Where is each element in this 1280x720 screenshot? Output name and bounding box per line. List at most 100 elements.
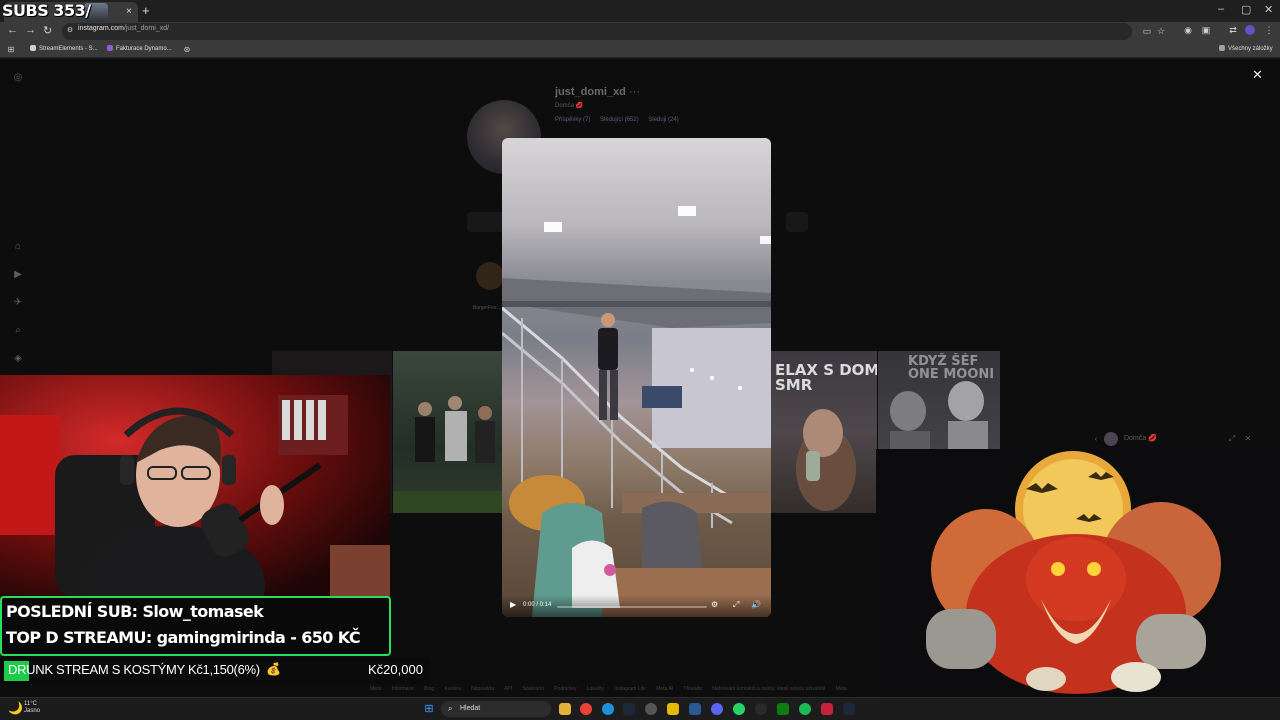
coins-icon: 💰 xyxy=(266,662,281,676)
profile-stats: Příspěvky (7) Sledující (652) Sleduji (2… xyxy=(555,117,687,123)
app-icon[interactable] xyxy=(755,703,767,715)
following-count[interactable]: Sleduji (24) xyxy=(648,117,678,123)
app-icon[interactable] xyxy=(689,703,701,715)
whatsapp-icon[interactable] xyxy=(733,703,745,715)
direct-messages-icon[interactable]: ✈ xyxy=(12,297,24,309)
footer-link[interactable]: Instagram Lite xyxy=(614,686,646,692)
explore-icon[interactable]: ◈ xyxy=(12,353,24,365)
footer-link[interactable]: Blog xyxy=(424,686,434,692)
bookmark-streamelements[interactable]: StreamElements - S... xyxy=(30,45,98,52)
xbox-icon[interactable] xyxy=(777,703,789,715)
bookmark-favicon xyxy=(107,45,113,51)
footer-link[interactable]: Nápověda xyxy=(471,686,494,692)
home-icon[interactable]: ⌂ xyxy=(12,241,24,253)
start-icon[interactable]: ⊞ xyxy=(423,703,435,715)
video-time: 0:00 / 0:14 xyxy=(523,602,552,608)
url-host: instagram.com xyxy=(78,25,124,32)
edge-icon[interactable] xyxy=(602,703,614,715)
reels-icon[interactable]: ▶ xyxy=(12,269,24,281)
bookmark-star-icon[interactable]: ☆ xyxy=(1156,26,1166,36)
username-text: just_domi_xd xyxy=(555,86,626,98)
tab-close-icon[interactable]: × xyxy=(126,6,132,17)
taskbar-search[interactable]: ⌕ Hledat xyxy=(441,701,551,717)
all-bookmarks[interactable]: Všechny záložky xyxy=(1219,45,1273,52)
steam-icon[interactable] xyxy=(623,703,635,715)
stream-alert-box: POSLEDNÍ SUB: Slow_tomasek TOP D STREAMU… xyxy=(0,596,391,656)
artwork-image xyxy=(876,449,1280,697)
bookmark-favicon xyxy=(30,45,36,51)
story-highlight[interactable] xyxy=(476,262,504,290)
footer-link[interactable]: Lokality xyxy=(587,686,604,692)
bookmark-label: Fakturace Dynamo... xyxy=(116,46,172,52)
video-progress-bar[interactable] xyxy=(557,606,707,608)
bookmark-fakturace[interactable]: Fakturace Dynamo... xyxy=(107,45,172,52)
spotify-icon[interactable] xyxy=(799,703,811,715)
footer-link[interactable]: Meta xyxy=(836,686,847,692)
fullscreen-icon[interactable]: ⤢ xyxy=(733,600,739,610)
close-window-icon[interactable]: ✕ xyxy=(1264,3,1273,16)
post-tile[interactable] xyxy=(393,351,503,513)
extensions-puzzle-icon[interactable]: ▣ xyxy=(1201,25,1211,35)
footer-link[interactable]: Threads xyxy=(684,686,702,692)
sidebar-icon[interactable]: ⇄ xyxy=(1228,25,1238,35)
post-thumbnail xyxy=(393,396,503,513)
footer-link[interactable]: Meta xyxy=(370,686,381,692)
reload-icon[interactable]: ↻ xyxy=(43,24,52,37)
reel-video-player[interactable]: ▶ 0:00 / 0:14 ⚙ ⤢ 🔊 xyxy=(502,138,771,617)
apps-grid-icon[interactable]: ⊞ xyxy=(6,45,16,55)
all-bookmarks-label: Všechny záložky xyxy=(1228,46,1273,52)
app-icon[interactable] xyxy=(821,703,833,715)
more-options-icon[interactable]: ··· xyxy=(629,86,640,98)
app-icon[interactable] xyxy=(645,703,657,715)
post-tile[interactable]: ELAX S DOMI SMR xyxy=(771,351,877,513)
followers-count[interactable]: Sledující (652) xyxy=(600,117,639,123)
chat-close-icon[interactable]: ✕ xyxy=(1242,433,1254,445)
back-arrow-icon[interactable]: ← xyxy=(7,24,18,36)
bookmarks-bar: ⊞ StreamElements - S... Fakturace Dynamo… xyxy=(0,42,1280,58)
gear-icon[interactable]: ⚙ xyxy=(711,600,718,609)
screen: × SUBS 353/ + – ▢ ✕ ← → ↻ ⚙ instagram.co… xyxy=(0,0,1280,720)
donation-goal-bar: DRUNK STREAM S KOSTÝMY Kč1,150(6%) 💰 Kč2… xyxy=(0,658,430,684)
suggested-accounts-button[interactable] xyxy=(786,212,808,232)
file-explorer-icon[interactable] xyxy=(559,703,571,715)
search-icon: ⌕ xyxy=(448,704,453,713)
browser-toolbar: ← → ↻ ⚙ instagram.com/just_domi_xd/ ▭ ☆ … xyxy=(0,22,1280,42)
discord-icon[interactable] xyxy=(711,703,723,715)
footer-link[interactable]: Kariéra xyxy=(445,686,461,692)
footer-link[interactable]: Podmínky xyxy=(554,686,576,692)
app-icon[interactable] xyxy=(667,703,679,715)
chevron-left-icon[interactable]: ‹ xyxy=(1090,433,1102,445)
close-modal-icon[interactable]: ✕ xyxy=(1252,67,1263,83)
maximize-icon[interactable]: ▢ xyxy=(1241,3,1251,16)
site-info-icon[interactable]: ⚙ xyxy=(65,26,75,36)
minimize-icon[interactable]: – xyxy=(1218,3,1224,15)
profile-avatar-icon[interactable] xyxy=(1245,25,1255,35)
address-bar[interactable]: ⚙ instagram.com/just_domi_xd/ ▭ ☆ xyxy=(62,23,1165,40)
footer-link[interactable]: Informace xyxy=(392,686,414,692)
profile-username: just_domi_xd ··· xyxy=(555,86,640,98)
search-icon[interactable]: ⌕ xyxy=(12,325,24,337)
instagram-logo-icon[interactable]: ◎ xyxy=(12,72,24,84)
footer-link[interactable]: Nahrávání kontaktů a osoby, které nejsou… xyxy=(712,686,825,692)
mini-chat-preview[interactable]: ‹ Domča 💋 ⤢ ✕ xyxy=(1084,431,1259,447)
footer-link[interactable]: API xyxy=(504,686,512,692)
profile-display-name: Domča 💋 xyxy=(555,103,584,109)
weather-widget[interactable]: 11°C Jasno xyxy=(24,701,40,715)
url-text: instagram.com/just_domi_xd/ xyxy=(78,25,169,32)
cast-icon[interactable]: ▭ xyxy=(1142,26,1152,36)
globe-icon[interactable]: ⊛ xyxy=(182,45,192,55)
weather-icon[interactable]: 🌙 xyxy=(8,701,23,715)
halloween-artwork xyxy=(876,449,1280,697)
footer-link[interactable]: Meta AI xyxy=(656,686,673,692)
play-icon[interactable]: ▶ xyxy=(510,600,516,609)
footer-link[interactable]: Soukromí xyxy=(522,686,543,692)
extension-icon[interactable]: ◉ xyxy=(1183,25,1193,35)
menu-kebab-icon[interactable]: ⋮ xyxy=(1264,25,1274,35)
posts-count[interactable]: Příspěvky (7) xyxy=(555,117,590,123)
volume-icon[interactable]: 🔊 xyxy=(751,600,761,609)
forward-arrow-icon[interactable]: → xyxy=(25,24,36,36)
chrome-icon[interactable] xyxy=(580,703,592,715)
expand-icon[interactable]: ⤢ xyxy=(1226,433,1238,445)
steam-icon[interactable] xyxy=(843,703,855,715)
new-tab-icon[interactable]: + xyxy=(142,3,150,18)
